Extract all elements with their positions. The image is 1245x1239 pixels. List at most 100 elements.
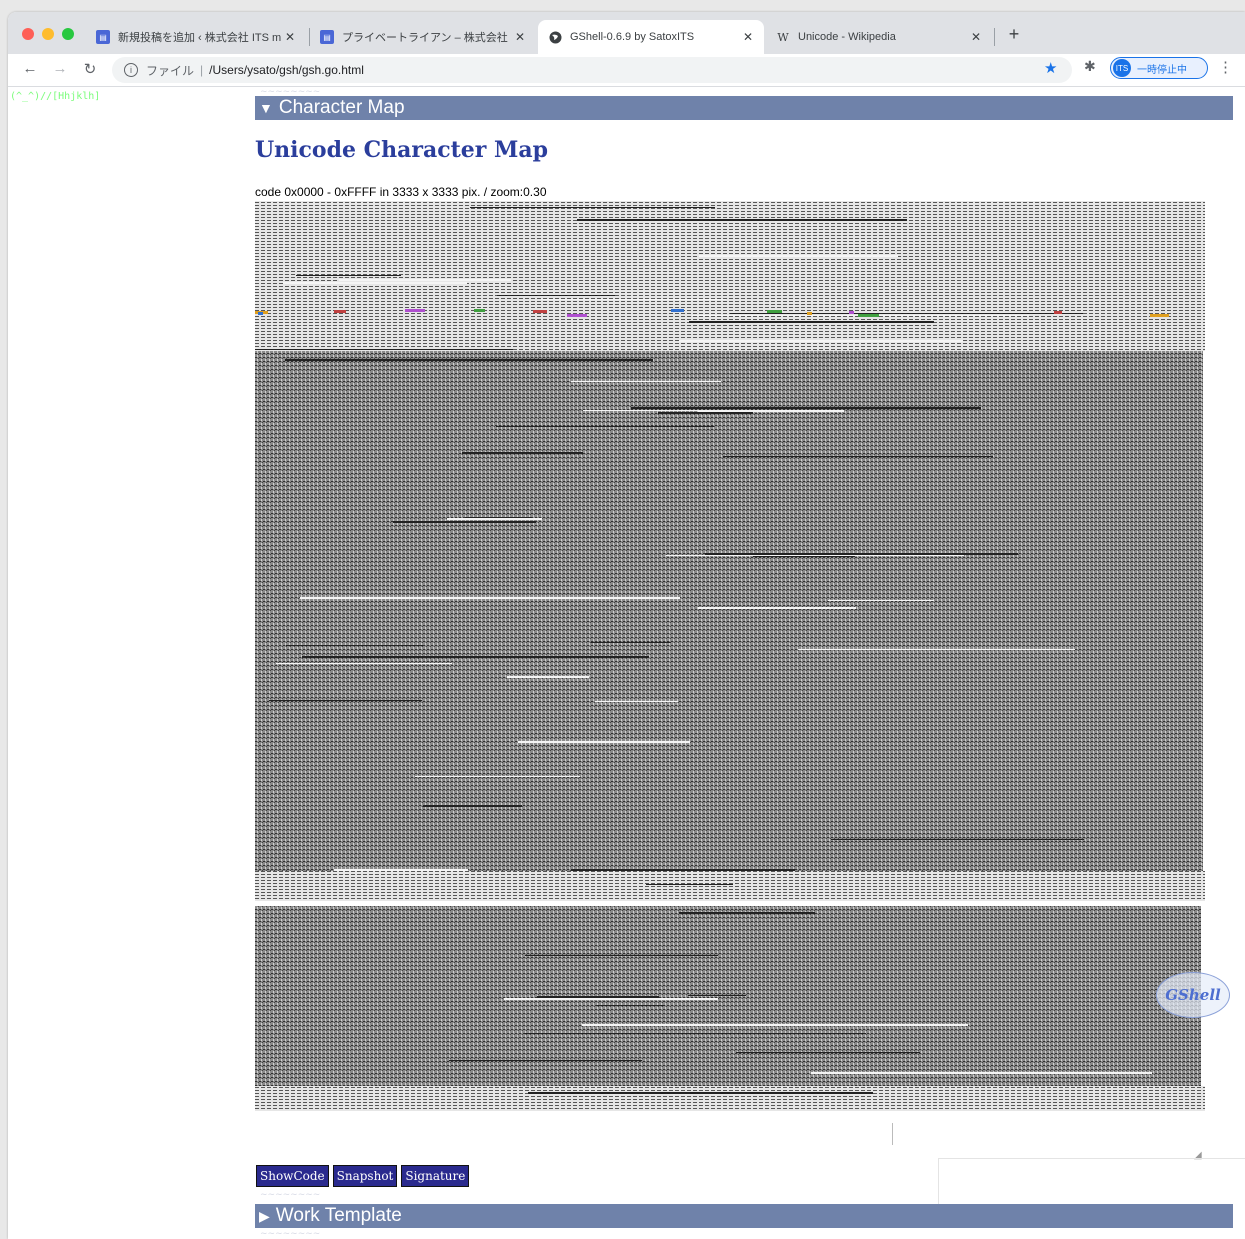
ghost-text-decoration: ~~~~~~~~	[260, 1190, 321, 1200]
map-streak	[462, 452, 583, 454]
map-streak	[518, 741, 690, 743]
close-tab-icon[interactable]: ✕	[282, 30, 298, 44]
snapshot-button[interactable]: Snapshot	[332, 1165, 398, 1187]
browser-menu-icon[interactable]: ⋮	[1218, 58, 1233, 76]
close-window-button[interactable]	[22, 28, 34, 40]
map-streak	[415, 776, 580, 777]
map-streak	[730, 313, 1083, 314]
map-streak	[300, 597, 680, 599]
map-streak	[705, 553, 1018, 555]
map-streak	[582, 1024, 968, 1026]
map-streak	[698, 607, 856, 609]
map-streak	[753, 556, 855, 557]
ghost-text-decoration: ~~~~~~~~	[260, 1229, 321, 1239]
map-streak	[679, 912, 815, 914]
close-tab-icon[interactable]: ✕	[740, 30, 756, 44]
tab-unicode-wikipedia[interactable]: W Unicode - Wikipedia ✕	[766, 20, 992, 54]
collapsed-triangle-icon: ▶	[259, 1208, 270, 1224]
reload-button[interactable]: ↻	[80, 60, 100, 78]
globe-icon	[548, 30, 562, 44]
tab-private-ryan[interactable]: ▤ プライベートライアン – 株式会社 ✕	[310, 20, 536, 54]
tab-title: 新規投稿を追加 ‹ 株式会社 ITS m	[118, 32, 282, 44]
map-streak	[798, 649, 1075, 650]
address-path[interactable]: /Users/ysato/gsh/gsh.go.html	[209, 63, 364, 77]
section-title: Character Map	[278, 97, 405, 118]
map-streak	[650, 1092, 743, 1094]
map-streak	[828, 600, 934, 601]
map-actions: ShowCode Snapshot Signature	[256, 1165, 470, 1187]
emoji-glyph-strip	[405, 309, 425, 312]
map-streak	[591, 642, 671, 643]
character-map-image	[255, 201, 1205, 1111]
map-streak	[255, 349, 513, 350]
map-streak	[423, 805, 522, 807]
map-streak	[646, 884, 733, 885]
map-streak	[631, 407, 981, 409]
map-streak	[723, 456, 993, 457]
map-streak	[276, 663, 452, 664]
expanded-triangle-icon: ▼	[259, 100, 273, 116]
map-streak	[286, 645, 423, 646]
tab-title: Unicode - Wikipedia	[798, 31, 896, 43]
map-streak	[393, 521, 536, 523]
profile-status: 一時停止中	[1137, 64, 1187, 76]
maximize-window-button[interactable]	[62, 28, 74, 40]
map-region-cjk	[255, 351, 1203, 871]
close-tab-icon[interactable]: ✕	[968, 30, 984, 44]
minimize-window-button[interactable]	[42, 28, 54, 40]
emoji-glyph-strip	[533, 310, 547, 313]
emoji-glyph-strip	[807, 312, 812, 315]
map-streak	[497, 295, 615, 296]
browser-toolbar: ← → ↻ i ファイル | /Users/ysato/gsh/gsh.go.h…	[8, 54, 1245, 87]
doc-icon: ▤	[320, 30, 334, 44]
unicode-character-map[interactable]	[255, 201, 1205, 1121]
address-scheme: ファイル	[146, 63, 195, 78]
new-tab-button[interactable]: +	[1004, 24, 1024, 45]
map-streak	[285, 359, 653, 361]
close-tab-icon[interactable]: ✕	[512, 30, 528, 44]
address-divider: |	[200, 63, 204, 77]
map-streak	[596, 1005, 665, 1006]
back-button[interactable]: ←	[20, 60, 40, 77]
tab-new-post[interactable]: ▤ 新規投稿を追加 ‹ 株式会社 ITS m ✕	[86, 20, 306, 54]
tab-title: GShell-0.6.9 by SatoxITS	[570, 31, 695, 43]
map-streak	[496, 426, 714, 427]
code-range-info: code 0x0000 - 0xFFFF in 3333 x 3333 pix.…	[255, 185, 547, 199]
map-streak	[571, 381, 721, 382]
section-title: Work Template	[275, 1205, 402, 1226]
map-streak	[698, 410, 844, 412]
tab-divider	[994, 28, 995, 46]
tab-gshell[interactable]: GShell-0.6.9 by SatoxITS ✕	[538, 20, 764, 54]
forward-button[interactable]: →	[50, 60, 70, 77]
map-streak	[447, 518, 542, 520]
profile-button[interactable]: ITS 一時停止中	[1110, 57, 1208, 79]
bookmark-star-icon[interactable]: ★	[1044, 59, 1057, 77]
map-streak	[525, 955, 718, 956]
emoji-glyph-strip	[1054, 311, 1062, 314]
gshell-logo[interactable]: GShell	[1156, 972, 1230, 1018]
address-bar[interactable]: i ファイル | /Users/ysato/gsh/gsh.go.html	[112, 57, 1072, 83]
map-streak	[470, 207, 715, 208]
page-title: Unicode Character Map	[255, 137, 549, 163]
extensions-icon[interactable]: ✱	[1084, 58, 1096, 75]
map-streak	[679, 340, 963, 342]
map-streak	[688, 995, 746, 996]
map-streak	[339, 279, 511, 281]
avatar: ITS	[1113, 59, 1131, 77]
emoji-glyph-strip	[567, 314, 587, 317]
map-streak	[296, 275, 401, 276]
map-streak	[334, 869, 468, 871]
map-streak	[595, 701, 678, 702]
character-map-section-header[interactable]: ▼ Character Map	[255, 96, 1233, 120]
show-code-button[interactable]: ShowCode	[256, 1165, 329, 1187]
map-streak	[736, 1052, 920, 1053]
map-region-misc	[255, 871, 1205, 901]
map-streak	[689, 321, 934, 323]
signature-button[interactable]: Signature	[401, 1165, 470, 1187]
emoji-glyph-strip	[858, 314, 879, 317]
info-icon[interactable]: i	[124, 63, 138, 77]
browser-window: ▤ 新規投稿を追加 ‹ 株式会社 ITS m ✕ ▤ プライベートライアン – …	[8, 12, 1245, 1239]
work-template-section-header[interactable]: ▶ Work Template	[255, 1204, 1233, 1228]
emoji-glyph-strip	[671, 309, 684, 312]
map-streak	[283, 282, 467, 284]
